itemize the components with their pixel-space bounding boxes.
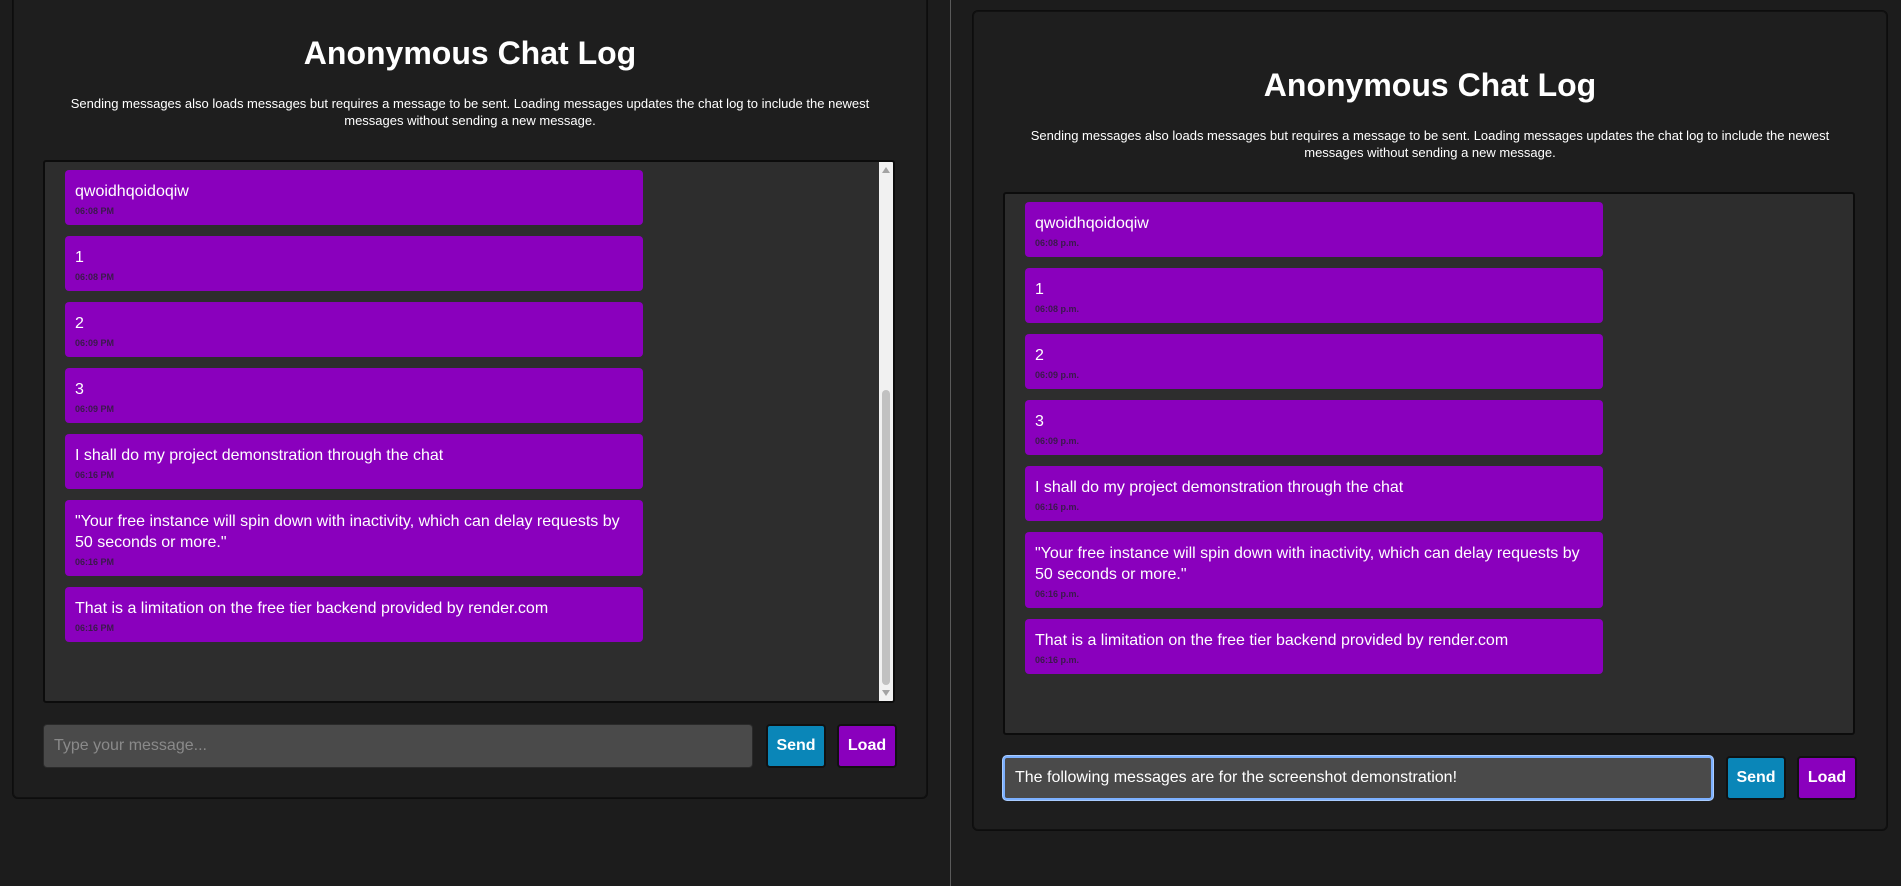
message-timestamp: 06:09 PM [75,404,115,414]
message-text: qwoidhqoidoqiw [75,183,189,200]
message-timestamp: 06:08 p.m. [1035,304,1080,314]
message-list: qwoidhqoidoqiw 06:08 PM 1 06:08 PM 2 06:09 PM… [65,170,643,653]
message-list: qwoidhqoidoqiw 06:08 p.m. 1 06:08 p.m. 2 06:0… [1025,202,1603,685]
message-timestamp: 06:16 PM [75,623,115,633]
message-text: That is a limitation on the free tier ba… [1035,632,1509,649]
message-bubble: 2 06:09 p.m. [1025,334,1603,389]
message-bubble: "Your free instance will spin down with … [65,500,643,576]
window-divider [950,0,951,886]
message-bubble: 2 06:09 PM [65,302,643,357]
message-input-row: Send Load [43,724,897,768]
message-timestamp: 06:08 PM [75,272,115,282]
message-bubble: qwoidhqoidoqiw 06:08 p.m. [1025,202,1603,257]
message-input[interactable] [43,724,753,768]
message-bubble: That is a limitation on the free tier ba… [65,587,643,642]
message-timestamp: 06:09 p.m. [1035,436,1080,446]
message-text: 1 [75,249,84,266]
message-timestamp: 06:09 PM [75,338,115,348]
message-text: "Your free instance will spin down with … [1035,545,1580,583]
message-text: qwoidhqoidoqiw [1035,215,1149,232]
message-timestamp: 06:16 p.m. [1035,502,1080,512]
message-bubble: qwoidhqoidoqiw 06:08 PM [65,170,643,225]
page-description: Sending messages also loads messages but… [1030,128,1830,160]
message-text: I shall do my project demonstration thro… [75,447,444,464]
message-text: 1 [1035,281,1044,298]
message-text: 3 [75,381,84,398]
message-text: 2 [75,315,84,332]
message-bubble: I shall do my project demonstration thro… [1025,466,1603,521]
message-timestamp: 06:16 PM [75,470,115,480]
send-button[interactable]: Send [1726,756,1786,800]
message-text: That is a limitation on the free tier ba… [75,600,549,617]
send-button[interactable]: Send [766,724,826,768]
chat-panel-left: Anonymous Chat Log Sending messages also… [12,0,928,799]
message-timestamp: 06:16 p.m. [1035,655,1080,665]
message-timestamp: 06:09 p.m. [1035,370,1080,380]
scroll-thumb[interactable] [882,390,890,685]
message-bubble: That is a limitation on the free tier ba… [1025,619,1603,674]
message-bubble: I shall do my project demonstration thro… [65,434,643,489]
page-title: Anonymous Chat Log [1263,67,1597,103]
message-bubble: 3 06:09 p.m. [1025,400,1603,455]
page-description: Sending messages also loads messages but… [70,96,870,128]
message-timestamp: 06:08 PM [75,206,115,216]
message-text: "Your free instance will spin down with … [75,513,620,551]
message-bubble: 3 06:09 PM [65,368,643,423]
message-timestamp: 06:16 p.m. [1035,589,1080,599]
message-timestamp: 06:16 PM [75,557,115,567]
message-input-row: Send Load [1003,756,1857,800]
page-title: Anonymous Chat Log [303,35,637,71]
chat-panel-right: Anonymous Chat Log Sending messages also… [972,10,1888,831]
chat-log[interactable]: qwoidhqoidoqiw 06:08 p.m. 1 06:08 p.m. 2 06:0… [1003,192,1855,735]
message-input[interactable] [1003,756,1713,800]
message-text: 3 [1035,413,1044,430]
chat-log-scrollbar[interactable] [879,162,893,701]
message-bubble: "Your free instance will spin down with … [1025,532,1603,608]
message-bubble: 1 06:08 PM [65,236,643,291]
scroll-down-arrow-icon[interactable] [882,690,890,696]
message-text: I shall do my project demonstration thro… [1035,479,1404,496]
load-button[interactable]: Load [1797,756,1857,800]
scroll-up-arrow-icon[interactable] [882,167,890,173]
chat-log[interactable]: qwoidhqoidoqiw 06:08 PM 1 06:08 PM 2 06:09 PM… [43,160,895,703]
load-button[interactable]: Load [837,724,897,768]
message-text: 2 [1035,347,1044,364]
message-timestamp: 06:08 p.m. [1035,238,1080,248]
message-bubble: 1 06:08 p.m. [1025,268,1603,323]
